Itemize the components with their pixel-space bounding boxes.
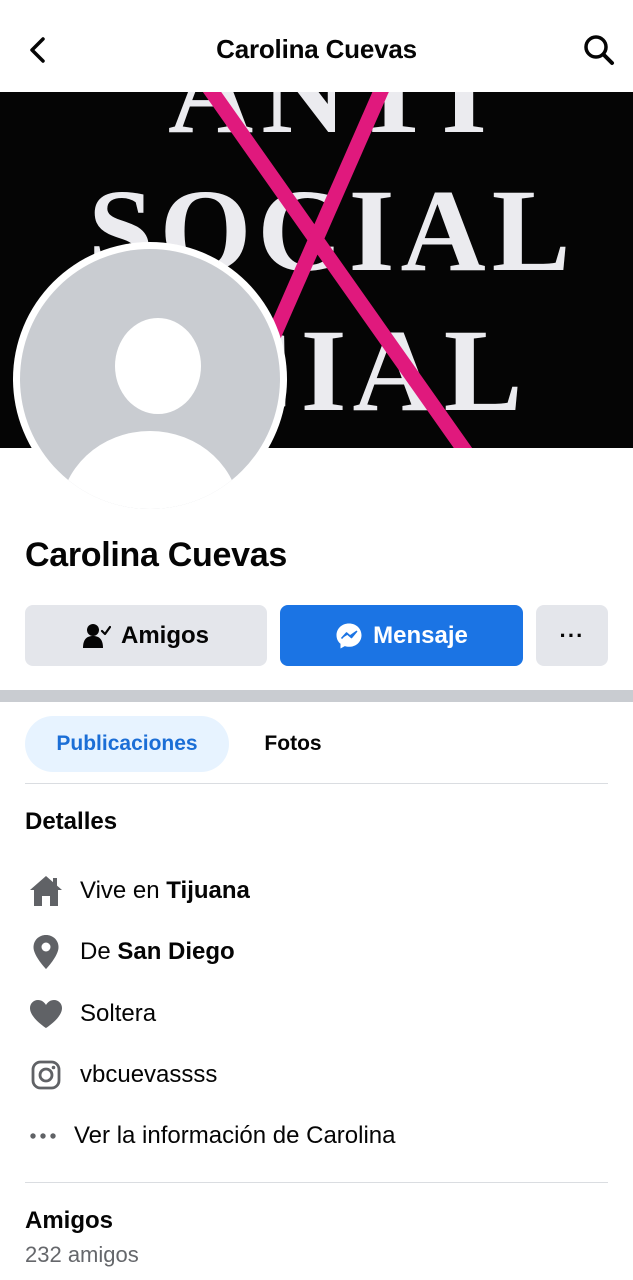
more-options-button[interactable]: ··· bbox=[536, 605, 608, 666]
detail-lives-in: Vive en Tijuana bbox=[25, 868, 608, 914]
detail-relationship: Soltera bbox=[25, 991, 608, 1037]
from-prefix: De bbox=[80, 938, 118, 965]
ellipsis-icon bbox=[25, 1115, 61, 1157]
profile-actions: Amigos Mensaje ··· bbox=[25, 605, 608, 666]
friends-button[interactable]: Amigos bbox=[25, 605, 267, 666]
page-title: Carolina Cuevas bbox=[216, 34, 417, 64]
messenger-icon bbox=[336, 623, 362, 648]
tab-publicaciones[interactable]: Publicaciones bbox=[25, 716, 229, 772]
see-more-info-link[interactable]: Ver la información de Carolina bbox=[74, 1122, 396, 1149]
search-icon bbox=[584, 35, 614, 65]
from-city[interactable]: San Diego bbox=[117, 938, 234, 965]
lives-in-city[interactable]: Tijuana bbox=[166, 877, 250, 904]
details-divider bbox=[25, 1182, 608, 1183]
friends-title: Amigos bbox=[25, 1207, 114, 1234]
section-divider bbox=[0, 690, 633, 702]
avatar-head-silhouette bbox=[115, 318, 201, 414]
top-bar: Carolina Cuevas bbox=[0, 0, 633, 92]
relationship-status: Soltera bbox=[80, 1000, 157, 1027]
detail-from: De San Diego bbox=[25, 929, 608, 975]
search-button[interactable] bbox=[579, 30, 619, 70]
location-pin-icon bbox=[25, 931, 67, 973]
heart-icon bbox=[25, 993, 67, 1035]
profile-picture[interactable] bbox=[13, 242, 287, 516]
friends-button-label: Amigos bbox=[120, 621, 209, 649]
instagram-icon bbox=[25, 1054, 67, 1096]
see-more-info-row[interactable]: Ver la información de Carolina bbox=[25, 1113, 608, 1159]
message-button[interactable]: Mensaje bbox=[280, 605, 523, 666]
tabs-divider bbox=[25, 783, 608, 784]
tab-fotos[interactable]: Fotos bbox=[250, 716, 336, 772]
instagram-handle[interactable]: vbcuevassss bbox=[80, 1061, 217, 1088]
home-icon bbox=[25, 870, 67, 912]
more-dots-icon: ··· bbox=[559, 622, 585, 648]
details-title: Detalles bbox=[25, 808, 118, 835]
profile-name: Carolina Cuevas bbox=[25, 536, 287, 574]
avatar bbox=[20, 249, 280, 509]
lives-in-prefix: Vive en bbox=[80, 877, 167, 904]
message-button-label: Mensaje bbox=[373, 621, 468, 649]
profile-tabs: Publicaciones Fotos bbox=[25, 716, 608, 772]
detail-instagram: vbcuevassss bbox=[25, 1052, 608, 1098]
avatar-body-silhouette bbox=[60, 431, 240, 509]
friend-check-icon bbox=[82, 623, 111, 648]
friends-count[interactable]: 232 amigos bbox=[25, 1242, 139, 1268]
